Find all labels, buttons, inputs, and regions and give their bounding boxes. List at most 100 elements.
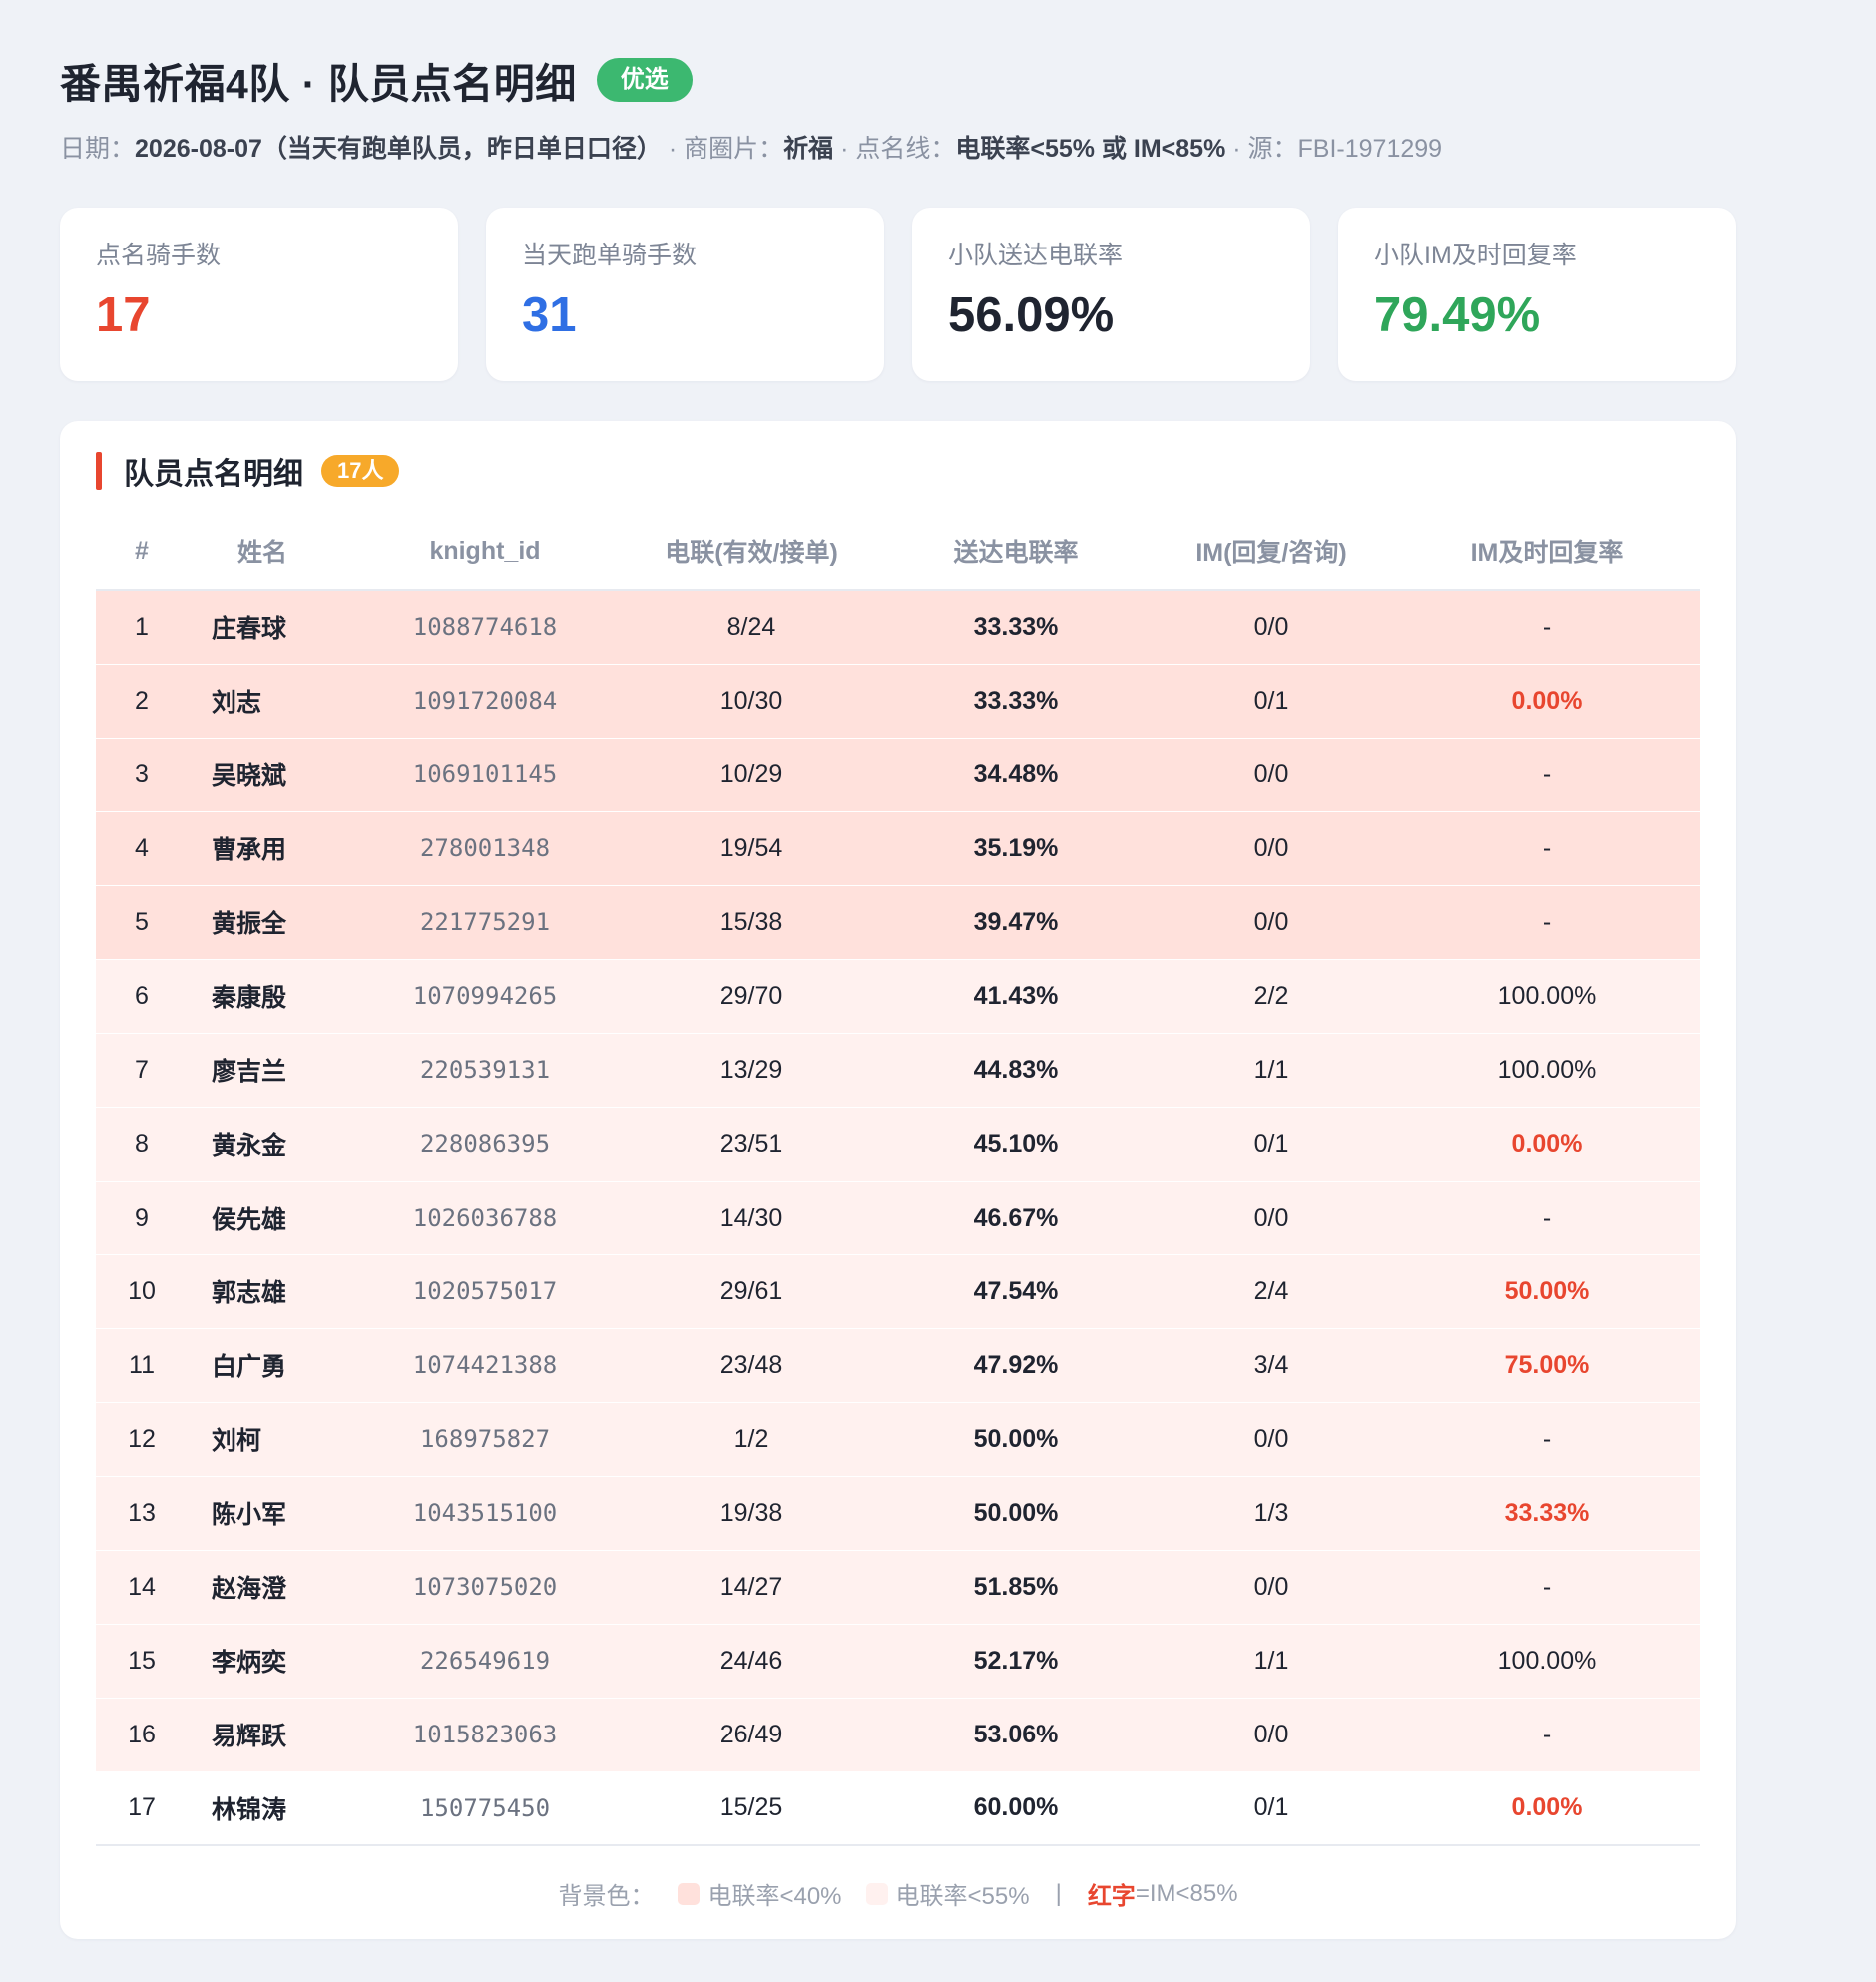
table-row[interactable]: 6 秦康殷 1070994265 29/70 41.43% 2/2 100.00% xyxy=(96,959,1700,1034)
cell-knight-id: 1088774618 xyxy=(349,590,621,665)
status-badge: 优选 xyxy=(596,58,693,102)
cell-im-rate: 0.00% xyxy=(1393,664,1700,739)
cell-knight-id: 1073075020 xyxy=(349,1550,621,1625)
table-row[interactable]: 10 郭志雄 1020575017 29/61 47.54% 2/4 50.00% xyxy=(96,1254,1700,1329)
column-header-im[interactable]: IM(回复/咨询) xyxy=(1150,513,1393,591)
cell-calls: 19/38 xyxy=(621,1476,882,1551)
page-title: 番禺祈福4队 · 队员点名明细 xyxy=(60,61,577,107)
cell-im-rate: 0.00% xyxy=(1393,1771,1700,1846)
cell-im: 2/4 xyxy=(1150,1254,1393,1329)
table-row[interactable]: 1 庄春球 1088774618 8/24 33.33% 0/0- xyxy=(96,590,1700,665)
cell-index: 3 xyxy=(96,738,188,812)
cell-im-rate: - xyxy=(1393,1550,1700,1625)
cell-im: 1/1 xyxy=(1150,1624,1393,1699)
rollcall-table: # 姓名 knight_id 电联(有效/接单) 送达电联率 IM(回复/咨询)… xyxy=(96,513,1700,1846)
legend-red-text: 红字 xyxy=(1087,1883,1136,1910)
column-header-call-rate[interactable]: 送达电联率 xyxy=(882,513,1150,591)
cell-call-rate: 41.43% xyxy=(882,959,1150,1034)
panel-header: 队员点名明细 17人 xyxy=(96,451,1700,491)
cell-call-rate: 60.00% xyxy=(882,1771,1150,1846)
cell-knight-id: 226549619 xyxy=(349,1624,621,1699)
cell-calls: 10/30 xyxy=(621,664,882,739)
cell-name: 白广勇 xyxy=(188,1328,349,1403)
cell-calls: 14/27 xyxy=(621,1550,882,1625)
stat-card-active-riders: 当天跑单骑手数 31 xyxy=(486,208,884,381)
table-row[interactable]: 15 李炳奕 226549619 24/46 52.17% 1/1 100.00% xyxy=(96,1624,1700,1699)
cell-calls: 24/46 xyxy=(621,1624,882,1699)
cell-knight-id: 1020575017 xyxy=(349,1254,621,1329)
cell-call-rate: 35.19% xyxy=(882,811,1150,886)
table-row[interactable]: 16 易辉跃 1015823063 26/49 53.06% 0/0- xyxy=(96,1698,1700,1772)
cell-name: 秦康殷 xyxy=(188,959,349,1034)
table-row[interactable]: 8 黄永金 228086395 23/51 45.10% 0/1 0.00% xyxy=(96,1107,1700,1182)
cell-im: 0/0 xyxy=(1150,1181,1393,1255)
cell-im: 0/0 xyxy=(1150,885,1393,960)
cell-index: 6 xyxy=(96,959,188,1034)
table-body: 1 庄春球 1088774618 8/24 33.33% 0/0-2 刘志 109172008… xyxy=(96,590,1700,1846)
cell-call-rate: 39.47% xyxy=(882,885,1150,960)
cell-index: 10 xyxy=(96,1254,188,1329)
cell-name: 廖吉兰 xyxy=(188,1033,349,1108)
table-header-row: # 姓名 knight_id 电联(有效/接单) 送达电联率 IM(回复/咨询)… xyxy=(96,513,1700,591)
cell-knight-id: 1091720084 xyxy=(349,664,621,739)
cell-im: 0/1 xyxy=(1150,1771,1393,1846)
cell-calls: 26/49 xyxy=(621,1698,882,1772)
cell-im: 1/1 xyxy=(1150,1033,1393,1108)
cell-name: 侯先雄 xyxy=(188,1181,349,1255)
cell-index: 12 xyxy=(96,1402,188,1477)
table-row[interactable]: 12 刘柯 168975827 1/2 50.00% 0/0- xyxy=(96,1402,1700,1477)
cell-im: 0/0 xyxy=(1150,1698,1393,1772)
cell-index: 7 xyxy=(96,1033,188,1108)
column-header-knight-id[interactable]: knight_id xyxy=(349,513,621,591)
cell-im: 0/1 xyxy=(1150,1107,1393,1182)
column-header-calls[interactable]: 电联(有效/接单) xyxy=(621,513,882,591)
cell-name: 黄永金 xyxy=(188,1107,349,1182)
stat-card-call-rate: 小队送达电联率 56.09% xyxy=(912,208,1310,381)
cell-im-rate: - xyxy=(1393,1698,1700,1772)
legend-red-desc: =IM<85% xyxy=(1135,1879,1238,1907)
table-row[interactable]: 14 赵海澄 1073075020 14/27 51.85% 0/0- xyxy=(96,1550,1700,1625)
date-label: 日期： xyxy=(60,135,136,163)
table-row[interactable]: 5 黄振全 221775291 15/38 39.47% 0/0- xyxy=(96,885,1700,960)
cell-index: 4 xyxy=(96,811,188,886)
cell-index: 15 xyxy=(96,1624,188,1699)
cell-name: 刘柯 xyxy=(188,1402,349,1477)
cell-call-rate: 50.00% xyxy=(882,1402,1150,1477)
cell-knight-id: 221775291 xyxy=(349,885,621,960)
table-row[interactable]: 11 白广勇 1074421388 23/48 47.92% 3/4 75.00% xyxy=(96,1328,1700,1403)
stat-card-rollcall: 点名骑手数 17 xyxy=(60,208,458,381)
cell-im-rate: 100.00% xyxy=(1393,1624,1700,1699)
page: 番禺祈福4队 · 队员点名明细 优选 日期：2026-08-07（当天有跑单队员… xyxy=(0,0,1876,1982)
cell-call-rate: 46.67% xyxy=(882,1181,1150,1255)
cell-name: 庄春球 xyxy=(188,590,349,665)
legend: 背景色： 电联率<40% 电联率<55% | 红字 =IM<85% xyxy=(96,1876,1700,1911)
table-row[interactable]: 9 侯先雄 1026036788 14/30 46.67% 0/0- xyxy=(96,1181,1700,1255)
cell-calls: 13/29 xyxy=(621,1033,882,1108)
stat-cards: 点名骑手数 17 当天跑单骑手数 31 小队送达电联率 56.09% 小队IM及… xyxy=(60,208,1736,381)
table-row[interactable]: 13 陈小军 1043515100 19/38 50.00% 1/3 33.33% xyxy=(96,1476,1700,1551)
table-row[interactable]: 3 吴晓斌 1069101145 10/29 34.48% 0/0- xyxy=(96,738,1700,812)
column-header-index[interactable]: # xyxy=(96,513,188,591)
cell-call-rate: 52.17% xyxy=(882,1624,1150,1699)
table-row[interactable]: 2 刘志 1091720084 10/30 33.33% 0/1 0.00% xyxy=(96,664,1700,739)
cell-knight-id: 1043515100 xyxy=(349,1476,621,1551)
column-header-name[interactable]: 姓名 xyxy=(188,513,349,591)
stat-card-value: 79.49% xyxy=(1374,288,1541,342)
date-value: 2026-08-07（当天有跑单队员，昨日单日口径） xyxy=(135,135,662,163)
table-row[interactable]: 4 曹承用 278001348 19/54 35.19% 0/0- xyxy=(96,811,1700,886)
cell-calls: 14/30 xyxy=(621,1181,882,1255)
cell-calls: 19/54 xyxy=(621,811,882,886)
cell-call-rate: 47.92% xyxy=(882,1328,1150,1403)
table-row[interactable]: 7 廖吉兰 220539131 13/29 44.83% 1/1 100.00% xyxy=(96,1033,1700,1108)
cell-im: 0/1 xyxy=(1150,664,1393,739)
cell-knight-id: 228086395 xyxy=(349,1107,621,1182)
cell-index: 2 xyxy=(96,664,188,739)
cell-im: 0/0 xyxy=(1150,590,1393,665)
line-label: · 点名线： xyxy=(833,135,956,163)
cell-calls: 8/24 xyxy=(621,590,882,665)
cell-calls: 10/29 xyxy=(621,738,882,812)
column-header-im-rate[interactable]: IM及时回复率 xyxy=(1393,513,1700,591)
cell-index: 9 xyxy=(96,1181,188,1255)
cell-im: 1/3 xyxy=(1150,1476,1393,1551)
table-row[interactable]: 17 林锦涛 150775450 15/25 60.00% 0/1 0.00% xyxy=(96,1771,1700,1846)
